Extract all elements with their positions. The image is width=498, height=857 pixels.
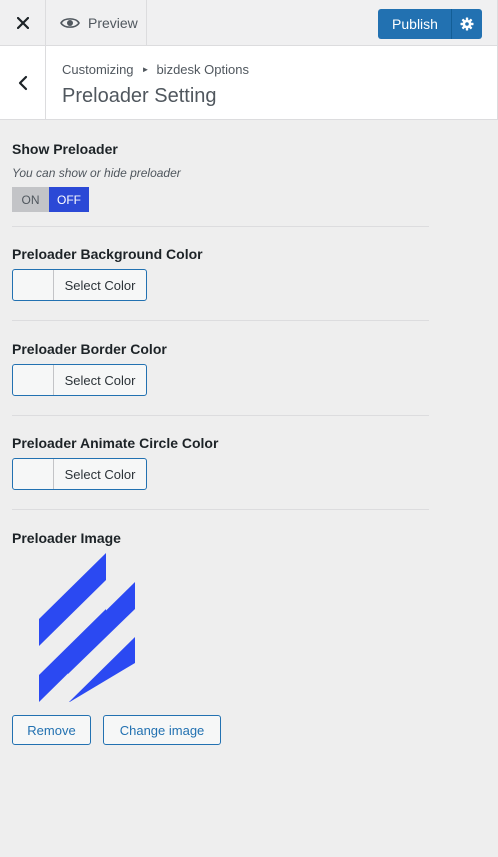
publish-button[interactable]: Publish: [379, 9, 451, 39]
remove-image-button[interactable]: Remove: [12, 715, 91, 745]
select-color-label: Select Color: [64, 277, 136, 293]
breadcrumb-parent: Customizing: [62, 62, 134, 77]
page-title: Preloader Setting: [62, 85, 217, 107]
divider: [12, 226, 429, 227]
chevron-left-icon: [18, 75, 27, 90]
show-preloader-title: Show Preloader: [12, 141, 118, 157]
toggle-off-option[interactable]: OFF: [49, 187, 89, 212]
change-image-button[interactable]: Change image: [103, 715, 221, 745]
gear-icon: [460, 17, 474, 31]
divider: [12, 415, 429, 416]
section-header: Customizing ► bizdesk Options Preloader …: [0, 46, 498, 120]
select-color-label: Select Color: [64, 466, 136, 482]
close-icon: [16, 16, 29, 29]
background-color-picker[interactable]: Select Color: [12, 269, 147, 301]
animate-circle-color-title: Preloader Animate Circle Color: [12, 435, 219, 451]
select-color-label: Select Color: [64, 372, 136, 388]
customizer-topbar: Preview Publish: [0, 0, 498, 46]
preloader-logo-image: [39, 553, 135, 702]
preview-button[interactable]: Preview: [46, 0, 147, 45]
color-swatch[interactable]: [13, 459, 54, 489]
breadcrumb-arrow-icon: ►: [141, 65, 150, 74]
show-preloader-toggle: ON OFF: [12, 187, 89, 212]
color-swatch[interactable]: [13, 365, 54, 395]
border-color-picker[interactable]: Select Color: [12, 364, 147, 396]
background-color-title: Preloader Background Color: [12, 246, 203, 262]
divider: [12, 320, 429, 321]
preview-label: Preview: [88, 14, 138, 31]
publish-group: Publish: [378, 9, 482, 39]
show-preloader-description: You can show or hide preloader: [12, 166, 181, 180]
publish-settings-button[interactable]: [451, 9, 482, 39]
divider: [12, 509, 429, 510]
preloader-image-title: Preloader Image: [12, 530, 121, 546]
eye-icon: [60, 17, 80, 28]
animate-circle-color-picker[interactable]: Select Color: [12, 458, 147, 490]
breadcrumb-child: bizdesk Options: [156, 62, 249, 77]
color-swatch[interactable]: [13, 270, 54, 300]
close-button[interactable]: [0, 0, 46, 45]
breadcrumb: Customizing ► bizdesk Options: [62, 62, 249, 77]
toggle-on-option[interactable]: ON: [12, 187, 49, 212]
back-button[interactable]: [0, 46, 46, 119]
border-color-title: Preloader Border Color: [12, 341, 167, 357]
